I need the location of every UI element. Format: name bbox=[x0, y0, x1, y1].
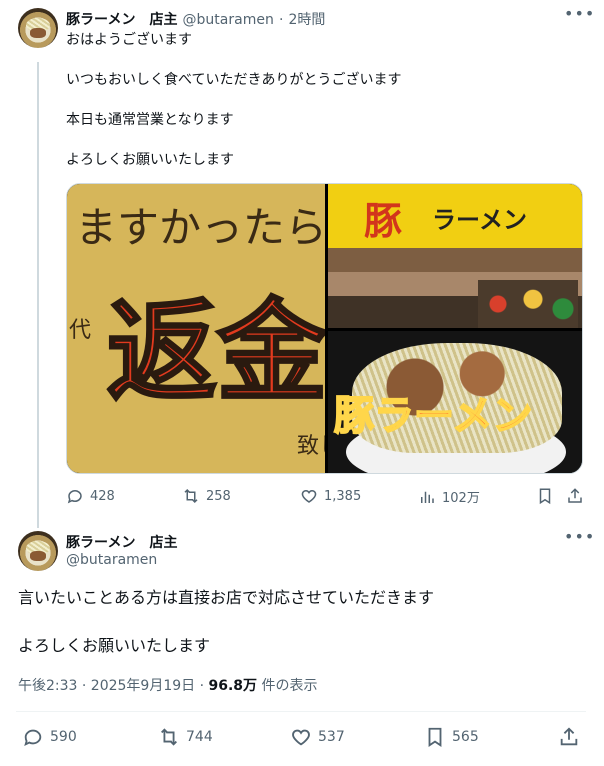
tweet-header: 豚ラーメン 店主 @butaramen · 2時間 bbox=[66, 9, 325, 29]
share-icon[interactable] bbox=[558, 726, 580, 748]
avatar[interactable] bbox=[18, 8, 58, 48]
reply-button-2[interactable]: 590 bbox=[22, 726, 77, 748]
like-count: 1,385 bbox=[324, 488, 362, 504]
reply-icon bbox=[67, 489, 82, 504]
more-icon-2[interactable]: ••• bbox=[564, 527, 595, 546]
like-icon bbox=[292, 729, 310, 746]
media-image-sign[interactable]: ますかったら 代 返金 致し bbox=[67, 184, 326, 473]
views-icon bbox=[421, 491, 434, 503]
reply-icon bbox=[24, 729, 42, 747]
repost-icon bbox=[161, 728, 177, 746]
view-count: 96.8万 bbox=[208, 678, 258, 694]
awning-logo: 豚 bbox=[364, 198, 403, 243]
thread-line bbox=[37, 62, 39, 528]
tweet-meta-line: 午後2:33 · 2025年9月19日 · 96.8万 件の表示 bbox=[18, 675, 318, 695]
like-count-2: 537 bbox=[318, 729, 345, 745]
tweet-text: おはようございます いつもおいしく食べていただきありがとうございます 本日も通常… bbox=[66, 32, 402, 168]
repost-button-2[interactable]: 744 bbox=[158, 726, 213, 748]
share-icon[interactable] bbox=[566, 487, 584, 505]
timestamp[interactable]: 2時間 bbox=[288, 12, 325, 28]
repost-count: 258 bbox=[206, 488, 231, 504]
avatar-2[interactable] bbox=[18, 531, 58, 571]
author-handle[interactable]: @butaramen bbox=[183, 12, 274, 28]
like-button[interactable]: 1,385 bbox=[300, 487, 361, 505]
tweet-timestamp-2[interactable]: 午後2:33 · 2025年9月19日 · bbox=[18, 678, 209, 694]
repost-icon bbox=[184, 488, 198, 504]
sign-top-text: ますかったら bbox=[75, 203, 325, 252]
sign-bottom-text: 致し bbox=[297, 434, 325, 459]
author-name[interactable]: 豚ラーメン 店主 bbox=[66, 12, 177, 28]
more-icon[interactable]: ••• bbox=[564, 4, 595, 23]
bookmark-button-2[interactable]: 565 bbox=[424, 726, 479, 748]
author-name-2[interactable]: 豚ラーメン 店主 bbox=[66, 532, 177, 552]
repost-count-2: 744 bbox=[186, 729, 213, 745]
bookmark-icon bbox=[428, 727, 442, 747]
views-button[interactable]: 102万 bbox=[418, 487, 480, 506]
reply-button[interactable]: 428 bbox=[66, 487, 115, 505]
like-icon bbox=[301, 489, 317, 503]
media-image-ramen[interactable]: 豚ラーメン bbox=[328, 331, 582, 473]
repost-button[interactable]: 258 bbox=[182, 487, 231, 505]
author-handle-2[interactable]: @butaramen bbox=[66, 552, 157, 568]
media-grid: ますかったら 代 返金 致し 豚 ラーメン 豚ラーメン bbox=[66, 183, 583, 474]
ramen-overlay-text: 豚ラーメン bbox=[333, 391, 533, 440]
divider bbox=[16, 711, 586, 712]
flowers bbox=[478, 280, 578, 328]
awning-text: ラーメン bbox=[432, 206, 528, 234]
reply-count-2: 590 bbox=[50, 729, 77, 745]
bookmark-count-2: 565 bbox=[452, 729, 479, 745]
sign-big-text: 返金 bbox=[106, 286, 326, 418]
views-count: 102万 bbox=[442, 491, 480, 506]
reply-count: 428 bbox=[90, 488, 115, 504]
sign-small-text: 代 bbox=[69, 318, 92, 343]
separator: · bbox=[278, 12, 284, 28]
bookmark-icon[interactable] bbox=[536, 487, 554, 505]
view-label: 件の表示 bbox=[257, 678, 318, 694]
like-button-2[interactable]: 537 bbox=[290, 726, 345, 748]
tweet-text-2: 言いたいことある方は直接お店で対応させていただきます よろしくお願いいたします bbox=[18, 588, 435, 655]
media-image-storefront[interactable]: 豚 ラーメン bbox=[328, 184, 582, 328]
